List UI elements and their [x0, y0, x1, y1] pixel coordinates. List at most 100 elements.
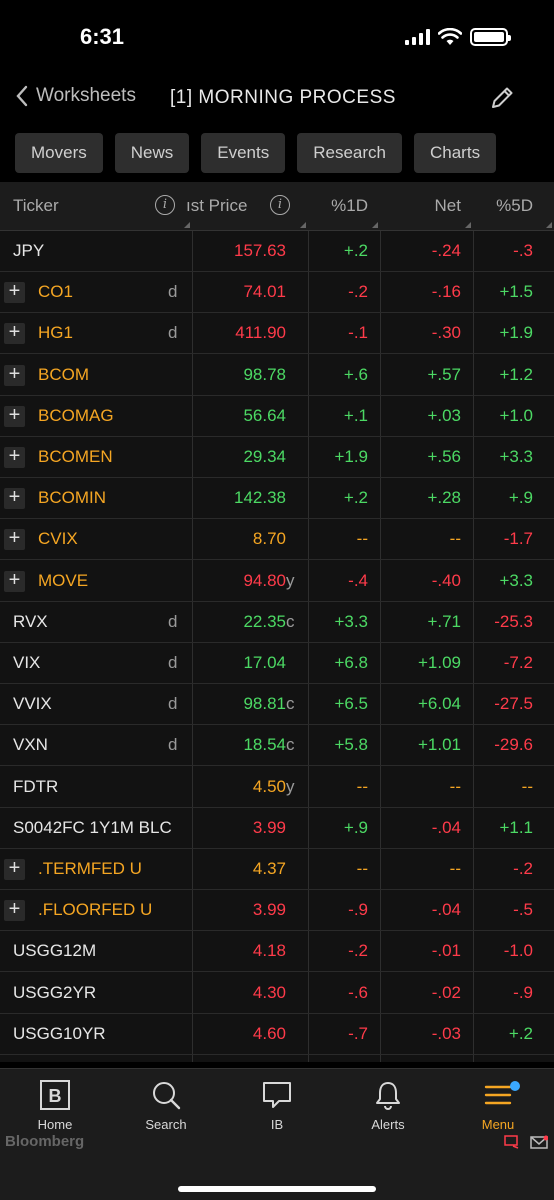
last-price-cell: 142.38: [234, 488, 286, 508]
delay-flag: d: [168, 611, 178, 631]
price-suffix: c: [286, 735, 295, 755]
tab-movers[interactable]: Movers: [15, 133, 103, 173]
ticker-cell[interactable]: USGG12M: [13, 931, 183, 971]
ticker-cell[interactable]: HG1: [38, 313, 208, 353]
ticker-cell[interactable]: BCOMAG: [38, 396, 208, 436]
status-icons: [405, 28, 511, 46]
column-header-last-price[interactable]: ıst Price: [186, 182, 266, 230]
expand-plus-icon[interactable]: +: [4, 405, 25, 427]
ticker-cell[interactable]: .FLOORFED U: [38, 890, 208, 930]
tab-charts[interactable]: Charts: [414, 133, 497, 173]
ticker-cell[interactable]: USGG10YR: [13, 1014, 183, 1054]
monitor-grid[interactable]: Ticker i ıst Price i %1D Net %5D JPY 157.…: [0, 182, 554, 1062]
ticker-cell[interactable]: JPY: [13, 231, 183, 271]
expand-plus-icon[interactable]: +: [4, 858, 25, 880]
table-row[interactable]: RVX d 22.35 c +3.3 +.71 -25.3: [0, 602, 554, 643]
status-time: 6:31: [80, 24, 125, 49]
pct-5d-cell: +1.0: [499, 405, 533, 425]
expand-plus-icon[interactable]: +: [4, 528, 25, 551]
expand-plus-icon[interactable]: +: [4, 570, 25, 592]
ticker-cell[interactable]: BCOMIN: [38, 478, 208, 518]
pct-1d-cell: --: [356, 859, 368, 878]
table-row[interactable]: USGG2YR 4.30 -.6 -.02 -.9: [0, 973, 554, 1014]
table-row[interactable]: FDTR 4.50 y -- -- --: [0, 767, 554, 808]
table-row[interactable]: + .TERMFED U 4.37 -- -- -.2: [0, 849, 554, 890]
ticker-cell[interactable]: .TERMFED U: [38, 849, 208, 889]
last-price-cell: 29.34: [243, 447, 286, 466]
net-change-cell: --: [449, 859, 461, 878]
tab-ib[interactable]: IB: [237, 1075, 317, 1132]
ticker-cell[interactable]: RVX: [13, 602, 183, 642]
pct-1d-cell: +6.5: [334, 694, 368, 714]
cellular-signal-icon: [405, 29, 430, 45]
expand-plus-icon[interactable]: +: [4, 899, 25, 922]
notification-badge: [510, 1081, 520, 1091]
last-price-cell: 98.81: [243, 694, 286, 714]
table-row[interactable]: JPY 157.63 +.2 -.24 -.3: [0, 231, 554, 272]
screen-record-icon[interactable]: [504, 1135, 520, 1149]
pct-1d-cell: +1.9: [334, 447, 368, 466]
info-icon[interactable]: i: [155, 195, 175, 215]
tab-research[interactable]: Research: [297, 133, 402, 173]
table-row[interactable]: + MOVE 94.80 y -.4 -.40 +3.3: [0, 561, 554, 602]
delay-flag: d: [168, 735, 178, 755]
net-change-cell: +.03: [427, 405, 461, 425]
table-row[interactable]: USGG10YR 4.60 -.7 -.03 +.2: [0, 1014, 554, 1055]
tab-menu[interactable]: Menu: [458, 1075, 538, 1132]
grid-header: Ticker i ıst Price i %1D Net %5D: [0, 182, 554, 231]
price-suffix: c: [286, 694, 295, 714]
tab-alerts[interactable]: Alerts: [348, 1075, 428, 1132]
tab-home[interactable]: B Home: [15, 1075, 95, 1132]
info-icon[interactable]: i: [270, 195, 290, 215]
bloomberg-b-icon: B: [40, 1080, 70, 1110]
wifi-icon: [438, 28, 462, 45]
net-change-cell: -.30: [431, 323, 461, 343]
table-row[interactable]: VVIX d 98.81 c +6.5 +6.04 -27.5: [0, 684, 554, 726]
table-row[interactable]: USGG12M 4.18 -.2 -.01 -1.0: [0, 931, 554, 973]
ticker-cell[interactable]: VVIX: [13, 684, 183, 724]
last-price-cell: 411.90: [235, 323, 286, 343]
column-header-pct-5d[interactable]: %5D: [473, 182, 533, 230]
expand-plus-icon[interactable]: +: [4, 281, 25, 304]
ticker-cell[interactable]: USGG2YR: [13, 973, 183, 1013]
ticker-cell[interactable]: FDTR: [13, 767, 183, 807]
net-change-cell: -.24: [431, 241, 461, 260]
tab-events[interactable]: Events: [201, 133, 286, 173]
column-header-net[interactable]: Net: [380, 182, 461, 230]
last-price-cell: 94.80: [243, 570, 286, 590]
ticker-cell[interactable]: VIX: [13, 643, 183, 683]
ticker-cell[interactable]: S0042FC 1Y1M BLC: [13, 808, 183, 848]
table-row[interactable]: + BCOMAG 56.64 +.1 +.03 +1.0: [0, 396, 554, 437]
back-button[interactable]: Worksheets: [14, 84, 136, 108]
table-row[interactable]: VIX d 17.04 +6.8 +1.09 -7.2: [0, 643, 554, 684]
ticker-cell[interactable]: BCOM: [38, 355, 208, 395]
mail-icon[interactable]: [530, 1135, 548, 1149]
table-row[interactable]: + CO1 d 74.01 -.2 -.16 +1.5: [0, 272, 554, 314]
table-row[interactable]: + HG1 d 411.90 -.1 -.30 +1.9: [0, 313, 554, 355]
expand-plus-icon[interactable]: +: [4, 487, 25, 510]
tab-search[interactable]: Search: [126, 1075, 206, 1132]
tab-news[interactable]: News: [114, 133, 190, 173]
expand-plus-icon[interactable]: +: [4, 364, 25, 386]
ticker-cell[interactable]: BCOMEN: [38, 437, 208, 477]
expand-plus-icon[interactable]: +: [4, 446, 25, 468]
ticker-cell[interactable]: CO1: [38, 272, 208, 312]
table-row[interactable]: + BCOMEN 29.34 +1.9 +.56 +3.3: [0, 437, 554, 478]
table-row[interactable]: + BCOM 98.78 +.6 +.57 +1.2: [0, 355, 554, 396]
table-row[interactable]: + .FLOORFED U 3.99 -.9 -.04 -.5: [0, 890, 554, 932]
home-indicator: [178, 1186, 376, 1192]
pct-5d-cell: +1.2: [499, 364, 533, 384]
edit-pencil-icon[interactable]: [488, 84, 516, 112]
last-price-cell: 157.63: [234, 241, 286, 260]
ticker-cell[interactable]: VXN: [13, 725, 183, 765]
sort-corner-icon: [300, 222, 306, 228]
ticker-cell[interactable]: CVIX: [38, 519, 208, 559]
column-header-pct-1d[interactable]: %1D: [308, 182, 368, 230]
table-row[interactable]: VXN d 18.54 c +5.8 +1.01 -29.6: [0, 725, 554, 767]
table-row[interactable]: + CVIX 8.70 -- -- -1.7: [0, 519, 554, 561]
last-price-cell: 4.37: [252, 859, 286, 878]
table-row[interactable]: + BCOMIN 142.38 +.2 +.28 +.9: [0, 478, 554, 520]
expand-plus-icon[interactable]: +: [4, 322, 25, 345]
ticker-cell[interactable]: MOVE: [38, 561, 208, 601]
table-row[interactable]: S0042FC 1Y1M BLC 3.99 +.9 -.04 +1.1: [0, 808, 554, 849]
